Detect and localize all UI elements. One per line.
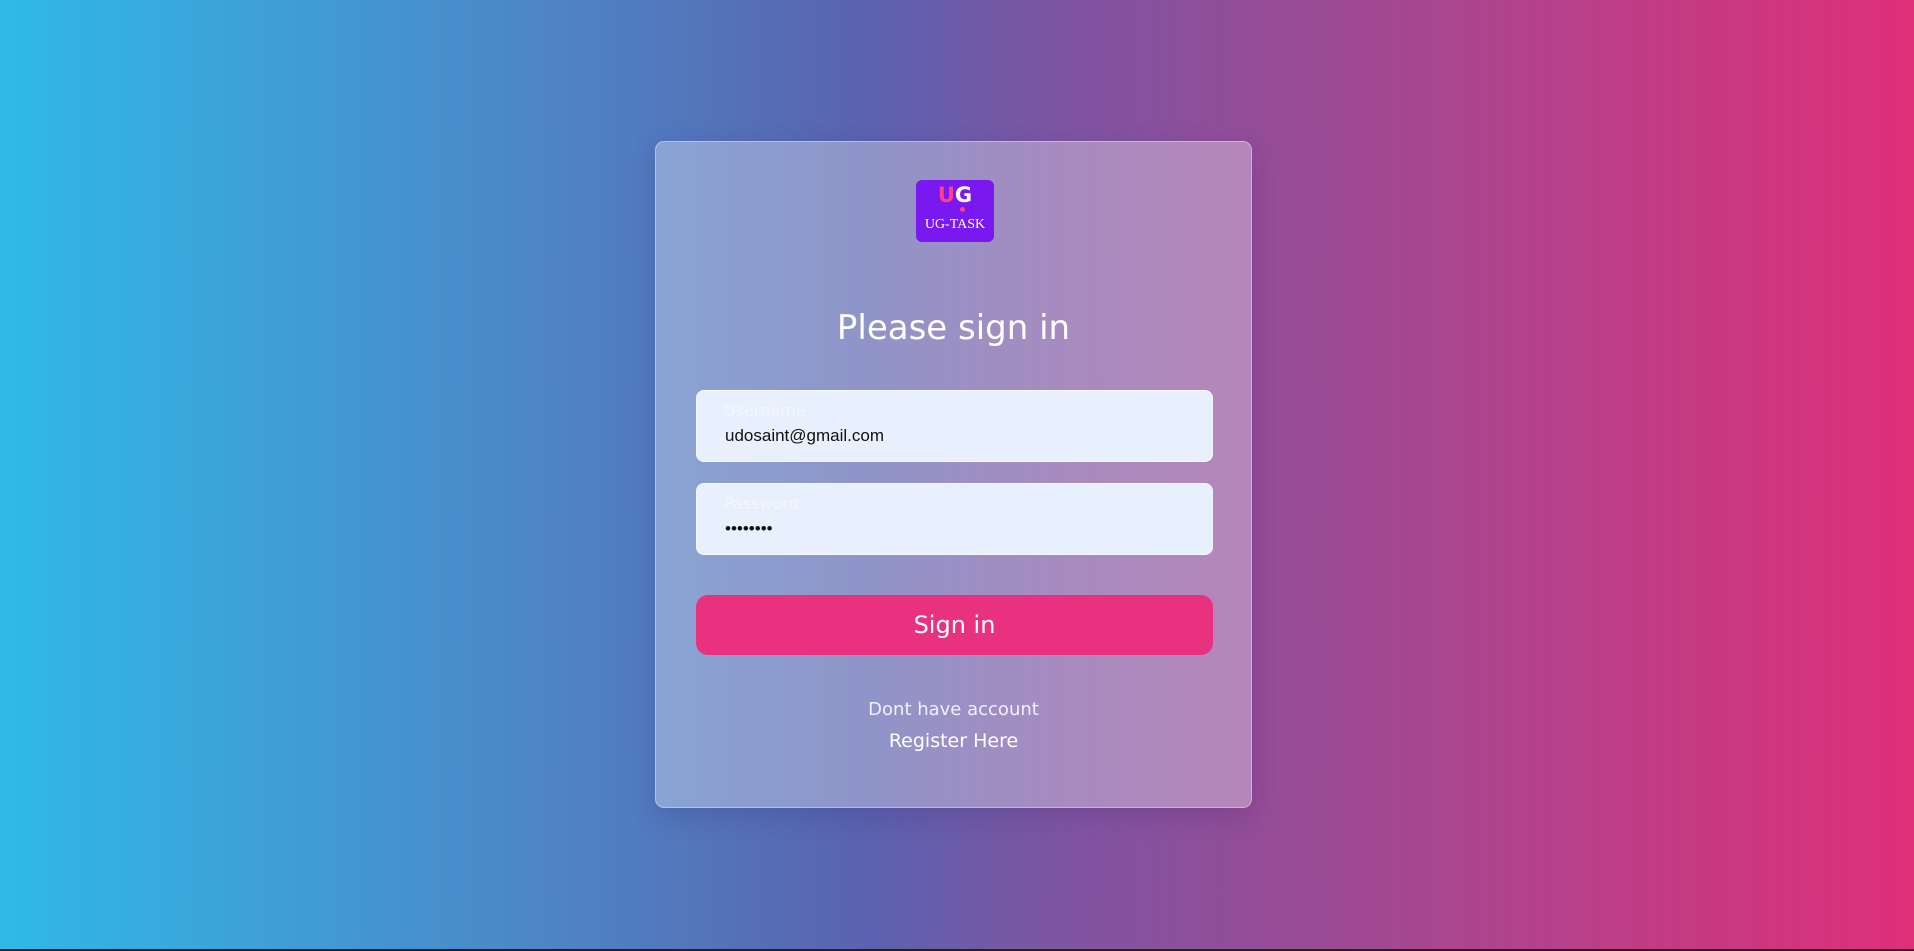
sign-in-button[interactable]: Sign in	[696, 595, 1213, 655]
page-title: Please sign in	[836, 308, 1071, 348]
register-link[interactable]: Register Here	[656, 729, 1251, 753]
password-field[interactable]: Password	[696, 483, 1213, 555]
password-label: Password	[724, 494, 799, 513]
logo-text: UG-TASK	[924, 217, 986, 232]
username-label: Username	[724, 401, 806, 420]
logo-mark-g: G	[954, 183, 973, 207]
username-field[interactable]: Username	[696, 390, 1213, 462]
logo-mark-u: U	[937, 183, 955, 207]
logo-dot-icon	[960, 207, 965, 212]
no-account-prompt: Dont have account	[868, 699, 1039, 720]
username-input[interactable]	[725, 423, 1185, 449]
logo-mark: UG	[916, 183, 994, 212]
password-input[interactable]	[725, 516, 1185, 542]
ug-task-logo: UG UG-TASK	[916, 180, 994, 242]
sign-in-card: UG UG-TASK Please sign in Username Passw…	[655, 141, 1252, 808]
